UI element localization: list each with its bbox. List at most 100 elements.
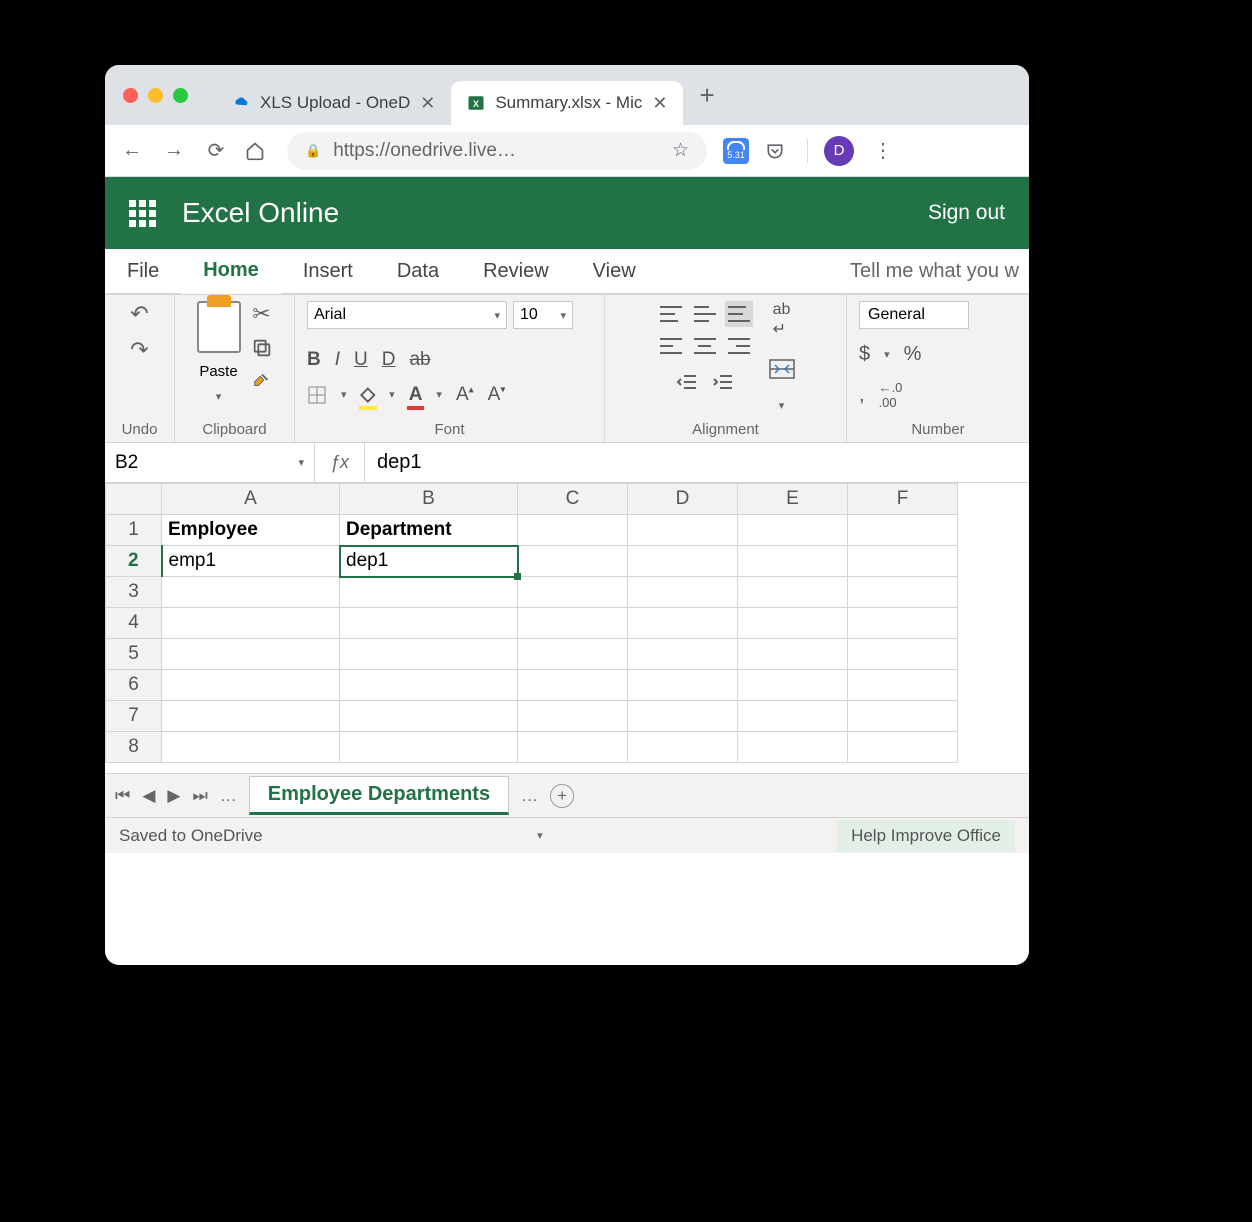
double-underline-button[interactable]: D bbox=[382, 349, 396, 371]
shrink-font-button[interactable]: A▾ bbox=[488, 384, 506, 406]
cell-B6[interactable] bbox=[340, 670, 518, 701]
cell-A5[interactable] bbox=[162, 639, 340, 670]
star-icon[interactable]: ☆ bbox=[672, 139, 689, 162]
align-left-button[interactable] bbox=[657, 333, 685, 359]
close-tab-icon[interactable]: ✕ bbox=[420, 93, 435, 114]
cell-B4[interactable] bbox=[340, 608, 518, 639]
column-header-C[interactable]: C bbox=[518, 484, 628, 515]
column-header-E[interactable]: E bbox=[738, 484, 848, 515]
italic-button[interactable]: I bbox=[335, 349, 340, 371]
row-header-4[interactable]: 4 bbox=[106, 608, 162, 639]
cell-F4[interactable] bbox=[848, 608, 958, 639]
cell-A3[interactable] bbox=[162, 577, 340, 608]
undo-button[interactable]: ↶ bbox=[130, 301, 148, 327]
formula-input[interactable]: dep1 bbox=[365, 443, 1029, 482]
row-header-6[interactable]: 6 bbox=[106, 670, 162, 701]
browser-tab-onedrive[interactable]: XLS Upload - OneD ✕ bbox=[216, 81, 451, 125]
maximize-window-icon[interactable] bbox=[173, 88, 188, 103]
cell-D2[interactable] bbox=[628, 546, 738, 577]
close-window-icon[interactable] bbox=[123, 88, 138, 103]
column-header-A[interactable]: A bbox=[162, 484, 340, 515]
currency-button[interactable]: $ bbox=[859, 343, 870, 366]
merge-button[interactable] bbox=[769, 359, 795, 379]
row-header-5[interactable]: 5 bbox=[106, 639, 162, 670]
cell-A8[interactable] bbox=[162, 732, 340, 763]
align-right-button[interactable] bbox=[725, 333, 753, 359]
cell-E6[interactable] bbox=[738, 670, 848, 701]
status-menu-icon[interactable]: ▾ bbox=[537, 829, 543, 842]
wrap-text-button[interactable]: ab↵ bbox=[773, 301, 791, 339]
cell-E4[interactable] bbox=[738, 608, 848, 639]
underline-button[interactable]: U bbox=[354, 349, 368, 371]
fill-color-button[interactable]: ◇ bbox=[361, 383, 376, 406]
forward-button[interactable]: → bbox=[161, 139, 187, 162]
borders-button[interactable] bbox=[307, 385, 327, 405]
name-box[interactable]: B2▾ bbox=[105, 443, 315, 482]
cell-B3[interactable] bbox=[340, 577, 518, 608]
address-bar[interactable]: 🔒 https://onedrive.live… ☆ bbox=[287, 132, 707, 170]
align-center-button[interactable] bbox=[691, 333, 719, 359]
cell-E7[interactable] bbox=[738, 701, 848, 732]
row-header-2[interactable]: 2 bbox=[106, 546, 162, 577]
cell-C6[interactable] bbox=[518, 670, 628, 701]
font-color-button[interactable]: A bbox=[409, 384, 423, 406]
cell-E2[interactable] bbox=[738, 546, 848, 577]
bold-button[interactable]: B bbox=[307, 349, 321, 371]
first-sheet-button[interactable]: ⏮ bbox=[115, 786, 130, 806]
align-middle-button[interactable] bbox=[691, 301, 719, 327]
cell-F5[interactable] bbox=[848, 639, 958, 670]
chrome-menu-icon[interactable]: ⋮ bbox=[870, 138, 896, 163]
cell-C8[interactable] bbox=[518, 732, 628, 763]
tab-file[interactable]: File bbox=[105, 249, 181, 294]
cell-C5[interactable] bbox=[518, 639, 628, 670]
select-all-corner[interactable] bbox=[106, 484, 162, 515]
tab-insert[interactable]: Insert bbox=[281, 249, 375, 294]
comma-button[interactable]: , bbox=[859, 384, 865, 407]
row-header-7[interactable]: 7 bbox=[106, 701, 162, 732]
cell-B2[interactable]: dep1 bbox=[340, 546, 518, 577]
cell-F1[interactable] bbox=[848, 515, 958, 546]
cell-B5[interactable] bbox=[340, 639, 518, 670]
cell-E8[interactable] bbox=[738, 732, 848, 763]
cell-E3[interactable] bbox=[738, 577, 848, 608]
fx-icon[interactable]: ƒx bbox=[315, 443, 365, 482]
cell-E1[interactable] bbox=[738, 515, 848, 546]
reload-button[interactable]: ⟳ bbox=[203, 138, 229, 163]
cell-D4[interactable] bbox=[628, 608, 738, 639]
cell-D6[interactable] bbox=[628, 670, 738, 701]
home-button[interactable] bbox=[245, 141, 271, 161]
last-sheet-button[interactable]: ⏭ bbox=[192, 786, 207, 806]
app-launcher-icon[interactable] bbox=[129, 200, 156, 227]
row-header-3[interactable]: 3 bbox=[106, 577, 162, 608]
cell-C7[interactable] bbox=[518, 701, 628, 732]
row-header-8[interactable]: 8 bbox=[106, 732, 162, 763]
extension-badge[interactable]: 5.31 bbox=[723, 138, 749, 164]
cell-A2[interactable]: emp1 bbox=[162, 546, 340, 577]
cell-F2[interactable] bbox=[848, 546, 958, 577]
column-header-B[interactable]: B bbox=[340, 484, 518, 515]
tab-review[interactable]: Review bbox=[461, 249, 571, 294]
cell-A1[interactable]: Employee bbox=[162, 515, 340, 546]
grow-font-button[interactable]: A▴ bbox=[456, 384, 474, 406]
next-sheet-button[interactable]: ▶ bbox=[167, 786, 180, 806]
cell-D7[interactable] bbox=[628, 701, 738, 732]
increase-indent-button[interactable] bbox=[712, 373, 734, 391]
align-top-button[interactable] bbox=[657, 301, 685, 327]
pocket-icon[interactable] bbox=[765, 141, 791, 161]
cell-B1[interactable]: Department bbox=[340, 515, 518, 546]
cell-A7[interactable] bbox=[162, 701, 340, 732]
cell-D5[interactable] bbox=[628, 639, 738, 670]
format-painter-button[interactable] bbox=[251, 369, 273, 391]
paste-button[interactable]: Paste ▾ bbox=[197, 301, 241, 403]
cell-A6[interactable] bbox=[162, 670, 340, 701]
decrease-indent-button[interactable] bbox=[676, 373, 698, 391]
cell-F6[interactable] bbox=[848, 670, 958, 701]
sheet-tab-active[interactable]: Employee Departments bbox=[249, 776, 509, 815]
new-tab-button[interactable]: + bbox=[683, 80, 730, 111]
cell-F8[interactable] bbox=[848, 732, 958, 763]
cell-C4[interactable] bbox=[518, 608, 628, 639]
help-improve-link[interactable]: Help Improve Office bbox=[837, 820, 1015, 852]
cell-F3[interactable] bbox=[848, 577, 958, 608]
cell-D3[interactable] bbox=[628, 577, 738, 608]
minimize-window-icon[interactable] bbox=[148, 88, 163, 103]
